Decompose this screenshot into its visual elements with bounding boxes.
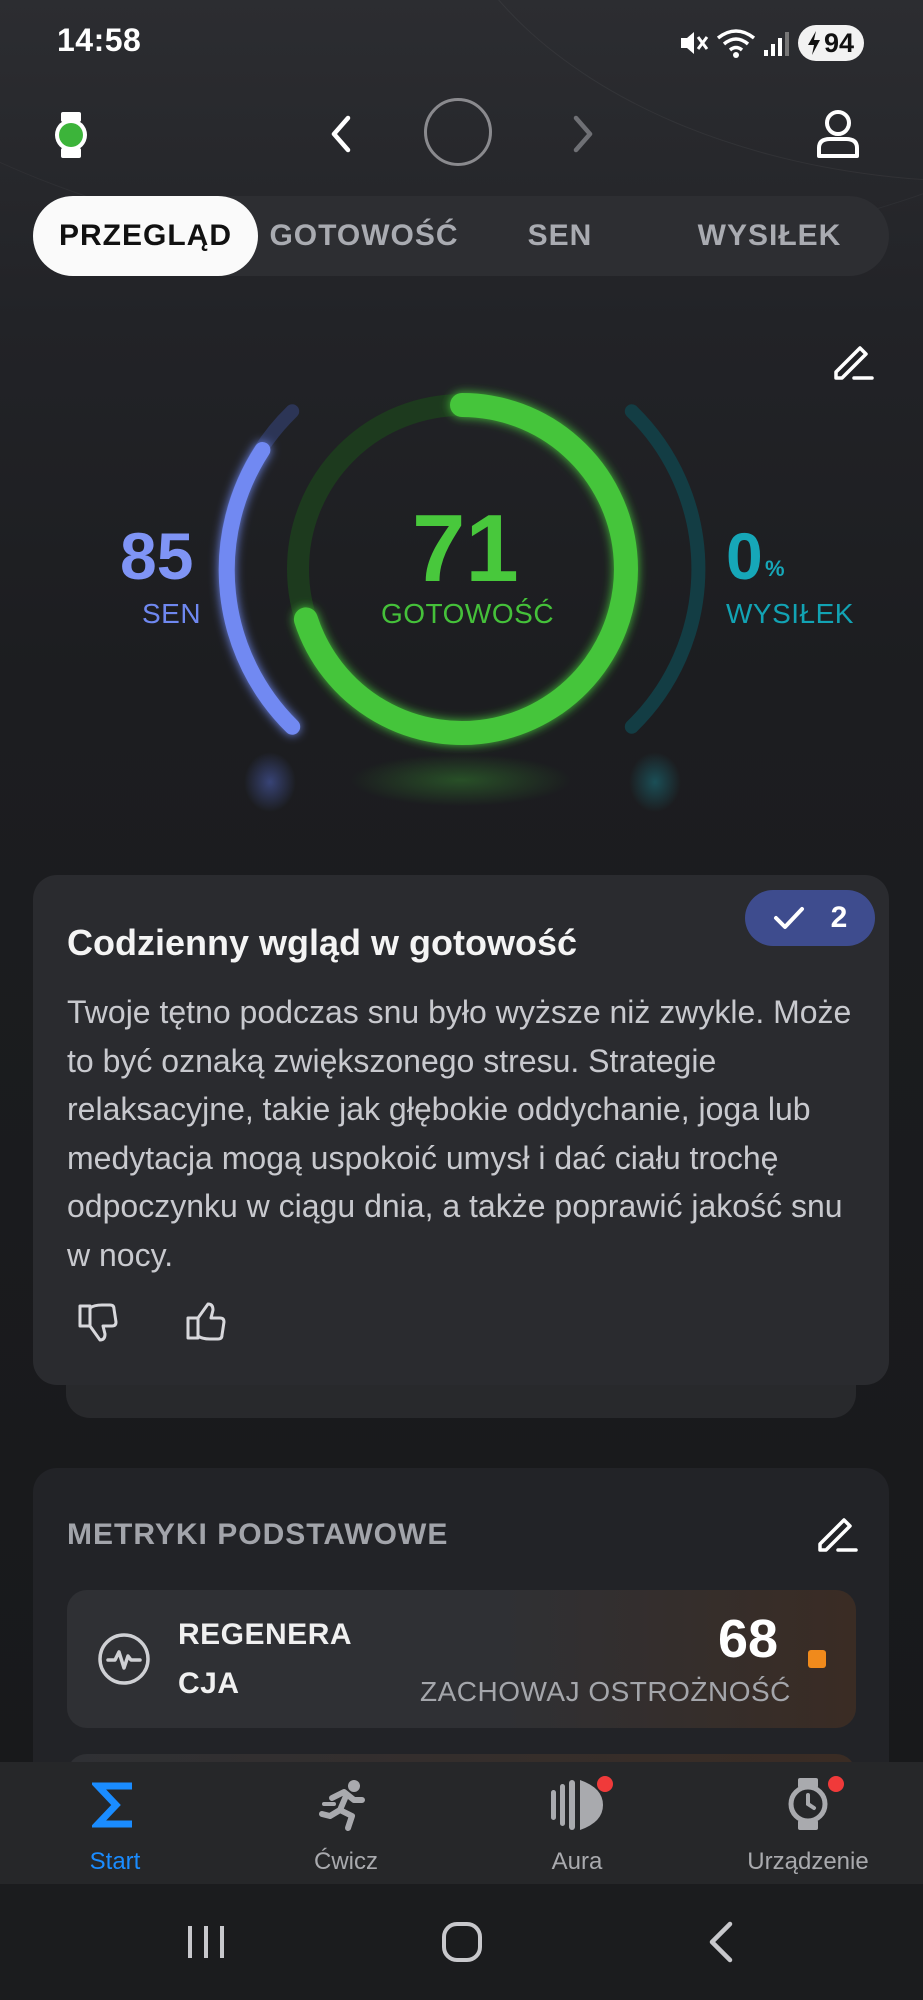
sleep-score: 85	[120, 519, 194, 593]
nav-aura-label: Aura	[551, 1848, 603, 1875]
aura-notification-dot	[597, 1776, 613, 1792]
back-icon[interactable]	[704, 1918, 738, 1966]
status-indicator	[808, 1650, 826, 1668]
tab-readiness[interactable]: GOTOWOŚĆ	[258, 196, 470, 276]
home-icon[interactable]	[440, 1920, 484, 1964]
running-icon	[319, 1780, 365, 1831]
metric-label: REGENERACJA	[178, 1618, 353, 1700]
charging-icon	[808, 31, 820, 55]
insight-body: Twoje tętno podczas snu było wyższe niż …	[67, 994, 852, 1273]
sigma-icon	[92, 1782, 132, 1828]
sleep-arc	[218, 404, 301, 735]
battery-indicator: 94	[798, 25, 865, 61]
status-time: 14:58	[57, 22, 142, 58]
sleep-label: SEN	[142, 598, 202, 629]
nav-device-label: Urządzenie	[747, 1848, 869, 1875]
tab-sleep[interactable]: SEN	[470, 196, 650, 276]
wifi-icon	[716, 29, 756, 58]
edit-metrics-icon[interactable]	[812, 1510, 860, 1556]
insight-title: Codzienny wgląd w gotowość	[67, 922, 578, 963]
watch-icon	[788, 1778, 828, 1830]
device-notification-dot	[828, 1776, 844, 1792]
battery-level: 94	[824, 27, 855, 58]
mute-icon	[681, 32, 709, 54]
thumbs-down-icon[interactable]	[76, 1300, 120, 1344]
chevron-left-icon[interactable]	[326, 112, 356, 156]
nav-start-label: Start	[89, 1848, 141, 1875]
effort-label: WYSIŁEK	[726, 598, 854, 629]
signal-icon	[764, 32, 789, 56]
check-icon	[773, 907, 804, 929]
metrics-title: METRYKI PODSTAWOWE	[67, 1518, 449, 1551]
thumbs-up-icon[interactable]	[184, 1300, 228, 1344]
insight-count-badge[interactable]: 2	[745, 890, 875, 946]
effort-score: 0	[726, 519, 763, 593]
recent-apps-icon[interactable]	[184, 1922, 228, 1962]
status-icons: 94	[676, 20, 865, 66]
effort-arc	[624, 404, 706, 734]
readiness-label: GOTOWOŚĆ	[381, 598, 555, 629]
tab-bar: PRZEGLĄD GOTOWOŚĆ SEN WYSIŁEK	[33, 196, 889, 276]
chevron-right-icon[interactable]	[568, 112, 598, 156]
edit-icon[interactable]	[828, 338, 876, 384]
effort-unit: %	[765, 556, 785, 581]
nav-train-label: Ćwicz	[314, 1848, 378, 1875]
tab-effort[interactable]: WYSIŁEK	[650, 196, 889, 276]
tab-overview[interactable]: PRZEGLĄD	[33, 196, 258, 276]
heart-rate-icon	[98, 1633, 150, 1685]
insight-count: 2	[830, 901, 848, 934]
profile-icon[interactable]	[814, 108, 862, 160]
watch-status-icon[interactable]	[50, 110, 92, 160]
metric-status: ZACHOWAJ OSTROŻNOŚĆ	[420, 1676, 791, 1707]
date-selector-ring[interactable]	[424, 98, 492, 166]
readiness-score: 71	[412, 495, 519, 602]
metric-value: 68	[718, 1609, 779, 1669]
